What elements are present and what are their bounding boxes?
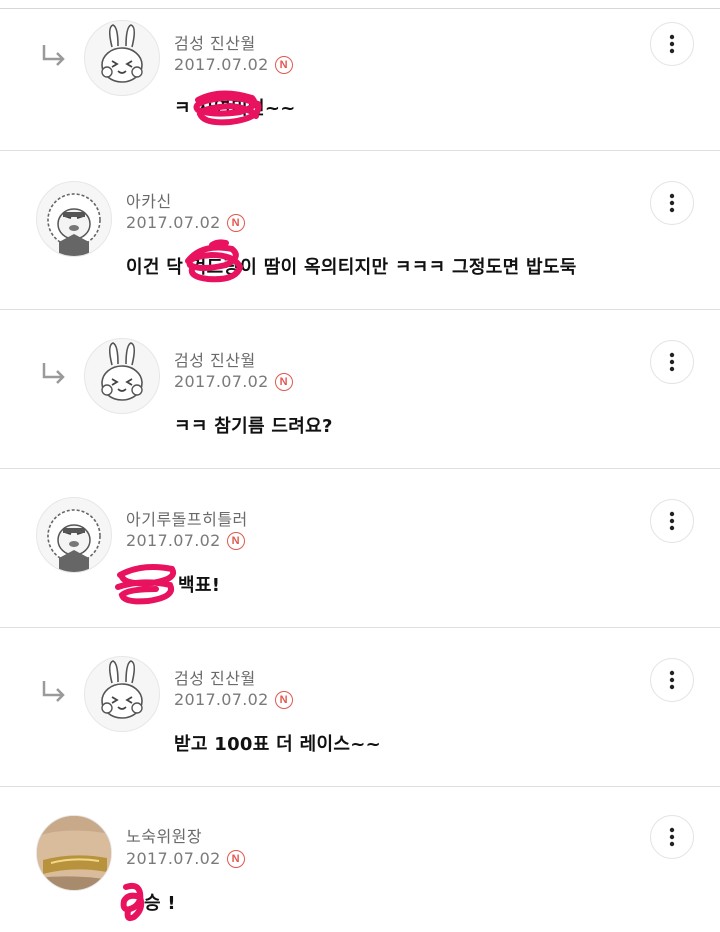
more-vertical-icon [669,34,675,54]
comment-date: 2017.07.02 [174,55,269,74]
comment-item: 검성 진산월 2017.07.02 N 받고 100표 더 레이스~~ [0,628,720,786]
avatar[interactable] [36,181,112,257]
more-vertical-icon [669,670,675,690]
comment-text: 승 ! [144,893,176,914]
comment-date: 2017.07.02 [174,690,269,709]
new-badge: N [274,372,293,391]
avatar[interactable] [36,497,112,573]
author-name[interactable]: 아기루돌프히틀러 [126,506,248,530]
author-name[interactable]: 검성 진산월 [174,347,256,371]
author-name[interactable]: 검성 진산월 [174,665,256,689]
more-vertical-icon [669,352,675,372]
bunny-avatar-icon [101,660,143,719]
more-options-button[interactable] [650,499,694,543]
author-name[interactable]: 아카신 [126,188,172,212]
comment-text: ㅋ 자연미인~~ [174,98,296,119]
comment-meta: 2017.07.02 N [174,55,293,74]
more-options-button[interactable] [650,22,694,66]
comment-date: 2017.07.02 [126,531,221,550]
new-badge: N [274,690,293,709]
more-vertical-icon [669,193,675,213]
comment-text: 받고 100표 더 레이스~~ [174,734,381,755]
photo-avatar-icon [37,816,111,890]
avatar[interactable] [36,815,112,891]
comment-text: 이건 닥 겨드랑이 땀이 옥의티지만 ㅋㅋㅋ 그정도면 밥도둑 [126,257,577,278]
new-badge: N [226,849,245,868]
comment-meta: 2017.07.02 N [174,690,293,709]
comment-item: 노숙위원장 2017.07.02 N 승 ! [0,787,720,932]
new-badge: N [226,213,245,232]
lion-avatar-icon [47,193,101,256]
reply-arrow-icon [42,45,65,66]
comment-meta: 2017.07.02 N [126,531,245,550]
comment-date: 2017.07.02 [174,372,269,391]
more-options-button[interactable] [650,658,694,702]
author-name[interactable]: 노숙위원장 [126,823,202,847]
comment-item: 아카신 2017.07.02 N 이건 닥 겨드랑이 땀이 옥의티지만 ㅋㅋㅋ … [0,151,720,309]
comment-meta: 2017.07.02 N [126,849,245,868]
more-vertical-icon [669,511,675,531]
lion-avatar-icon [47,509,101,572]
more-options-button[interactable] [650,815,694,859]
avatar[interactable] [84,20,160,96]
new-badge: N [226,531,245,550]
reply-arrow-icon [42,681,65,702]
comment-date: 2017.07.02 [126,213,221,232]
avatar[interactable] [84,656,160,732]
author-name[interactable]: 검성 진산월 [174,30,256,54]
reply-arrow-icon [42,363,65,384]
more-vertical-icon [669,827,675,847]
comment-meta: 2017.07.02 N [174,372,293,391]
bunny-avatar-icon [101,24,143,83]
more-options-button[interactable] [650,340,694,384]
new-badge: N [274,55,293,74]
comment-meta: 2017.07.02 N [126,213,245,232]
comment-item: 검성 진산월 2017.07.02 N ㅋㅋ 참기름 드려요? [0,310,720,468]
redaction-scribble [115,564,176,605]
comment-text: ㅋㅋ 참기름 드려요? [174,416,333,437]
bunny-avatar-icon [101,342,143,401]
comment-date: 2017.07.02 [126,849,221,868]
more-options-button[interactable] [650,181,694,225]
avatar[interactable] [84,338,160,414]
comment-item: 검성 진산월 2017.07.02 N ㅋ 자연미인~~ [0,0,720,150]
comment-text: 백표! [178,575,221,596]
comment-item: 아기루돌프히틀러 2017.07.02 N 백표! [0,469,720,627]
